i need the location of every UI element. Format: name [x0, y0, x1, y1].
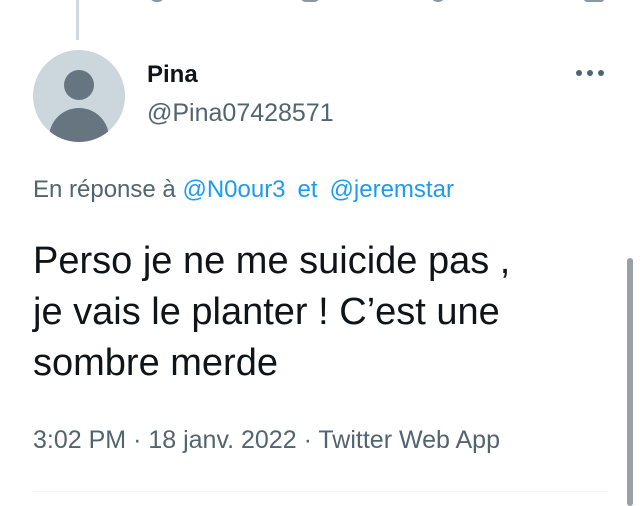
divider	[33, 491, 608, 492]
reply-context: En réponse à @N0our3 et @jeremstar	[33, 176, 454, 204]
meta-separator: ·	[133, 426, 142, 454]
tweet-metadata: 3:02 PM · 18 janv. 2022 · Twitter Web Ap…	[33, 426, 500, 455]
avatar[interactable]	[33, 50, 125, 142]
tweet-text-line: Perso je ne me suicide pas ,	[33, 240, 511, 282]
thread-connector-line	[76, 0, 79, 40]
meta-separator: ·	[303, 426, 312, 454]
mention-link-1[interactable]: @N0our3	[182, 176, 285, 203]
reply-conjunction: et	[297, 176, 318, 203]
tweet-text-line: je vais le planter ! C’est une	[33, 291, 500, 333]
default-profile-icon-head	[64, 70, 94, 100]
tweet-text-line: sombre merde	[33, 342, 278, 384]
mention-link-2[interactable]: @jeremstar	[330, 176, 454, 203]
more-dot	[576, 70, 582, 76]
tweet-time[interactable]: 3:02 PM	[33, 426, 126, 454]
more-options-icon[interactable]	[574, 66, 608, 80]
tweet-source: Twitter Web App	[318, 426, 500, 454]
default-profile-icon-body	[49, 108, 109, 142]
tweet-text: Perso je ne me suicide pas , je vais le …	[33, 236, 613, 389]
scrollbar[interactable]	[627, 258, 633, 506]
user-handle[interactable]: @Pina07428571	[147, 99, 334, 128]
display-name[interactable]: Pina	[147, 61, 198, 89]
reply-icon[interactable]	[150, 0, 164, 2]
more-dot	[598, 70, 604, 76]
like-icon[interactable]	[430, 0, 446, 2]
retweet-icon[interactable]	[300, 0, 320, 2]
tweet-date[interactable]: 18 janv. 2022	[148, 426, 296, 454]
share-icon[interactable]	[584, 0, 604, 2]
reply-prefix: En réponse à	[33, 176, 176, 203]
more-dot	[587, 70, 593, 76]
previous-tweet-actions	[0, 0, 640, 4]
